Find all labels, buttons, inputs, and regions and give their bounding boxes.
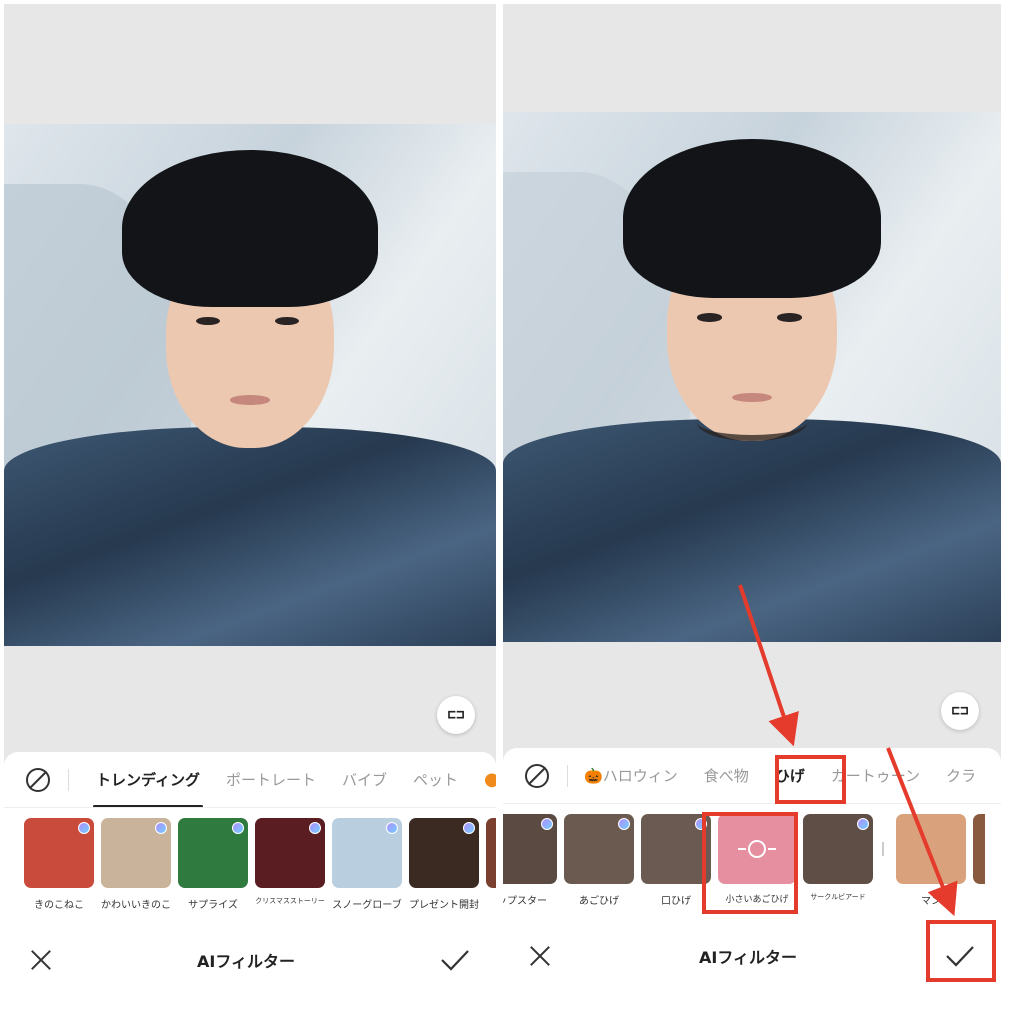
- screen-title: AIフィルター: [196, 952, 296, 971]
- no-filter-icon[interactable]: [26, 767, 50, 792]
- filter-thumb[interactable]: ジン: [486, 818, 496, 918]
- screen-after: ⊏⊐ 🎃ハロウィン 食べ物 ひげ カートゥーン クラ ップスター あごひげ 口ひ…: [503, 4, 1001, 1010]
- filter-thumb[interactable]: あごひげ: [564, 814, 634, 914]
- beard-effect: [697, 404, 807, 441]
- filter-thumb[interactable]: マ: [973, 814, 985, 914]
- photo-preview-with-beard: [503, 112, 1001, 642]
- tab-halloween[interactable]: 🎃ハロウィン: [582, 748, 691, 803]
- filter-thumb[interactable]: サプライズ: [178, 818, 248, 918]
- category-tabs: 🎃ハロウィン 食べ物 ひげ カートゥーン クラ: [503, 748, 1001, 804]
- comparison-figure: ⊏⊐ トレンディング ポートレート バイブ ペット ● きのこねこ かわいいきの…: [0, 0, 1014, 1014]
- compare-icon[interactable]: ⊏⊐: [941, 692, 979, 730]
- pumpkin-icon: 🎃: [584, 766, 603, 785]
- filter-thumbnails: ップスター あごひげ 口ひげ 小さいあごひげ サークルビアード マン マ: [503, 814, 985, 914]
- filter-thumb[interactable]: クリスマスストーリー: [255, 818, 325, 918]
- filter-thumb[interactable]: サークルビアード: [803, 814, 873, 914]
- tab-next-icon[interactable]: ●: [471, 752, 496, 807]
- filter-thumb[interactable]: かわいいきのこ: [101, 818, 171, 918]
- photo-preview: [4, 124, 496, 646]
- tab-beard[interactable]: ひげ: [762, 748, 818, 803]
- filter-thumb[interactable]: ップスター: [503, 814, 557, 914]
- filter-thumbnails: きのこねこ かわいいきのこ サプライズ クリスマスストーリー スノーグローブ プ…: [4, 818, 496, 918]
- tab-divider: [567, 764, 568, 787]
- bottom-bar: AIフィルター: [503, 926, 1001, 986]
- filter-thumb[interactable]: プレゼント開封: [409, 818, 479, 918]
- tab-vibe[interactable]: バイブ: [329, 752, 400, 807]
- filter-thumb[interactable]: スノーグローブ: [332, 818, 402, 918]
- tab-portrait[interactable]: ポートレート: [213, 752, 329, 807]
- category-tabs: トレンディング ポートレート バイブ ペット ●: [4, 752, 496, 808]
- tab-trending[interactable]: トレンディング: [83, 752, 213, 807]
- filter-thumb[interactable]: 口ひげ: [641, 814, 711, 914]
- tab-food[interactable]: 食べ物: [691, 748, 762, 803]
- tab-more[interactable]: クラ: [933, 748, 989, 803]
- tab-divider: [68, 768, 69, 791]
- tab-cartoon[interactable]: カートゥーン: [818, 748, 933, 803]
- confirm-check-icon[interactable]: [440, 948, 470, 972]
- filter-panel: 🎃ハロウィン 食べ物 ひげ カートゥーン クラ ップスター あごひげ 口ひげ 小…: [503, 748, 1001, 1010]
- close-icon[interactable]: [30, 949, 52, 971]
- section-divider: [882, 842, 884, 856]
- bottom-bar: AIフィルター: [4, 930, 496, 990]
- screen-title: AIフィルター: [698, 948, 798, 967]
- compare-icon[interactable]: ⊏⊐: [437, 696, 475, 734]
- filter-thumb[interactable]: きのこねこ: [24, 818, 94, 918]
- tab-pet[interactable]: ペット: [400, 752, 471, 807]
- filter-thumb[interactable]: マン: [896, 814, 966, 914]
- filter-thumb-selected[interactable]: 小さいあごひげ: [718, 814, 796, 914]
- close-icon[interactable]: [529, 945, 551, 967]
- screen-before: ⊏⊐ トレンディング ポートレート バイブ ペット ● きのこねこ かわいいきの…: [4, 4, 496, 1010]
- no-filter-icon[interactable]: [525, 763, 549, 788]
- filter-panel: トレンディング ポートレート バイブ ペット ● きのこねこ かわいいきのこ サ…: [4, 752, 496, 1010]
- confirm-check-icon[interactable]: [945, 944, 975, 968]
